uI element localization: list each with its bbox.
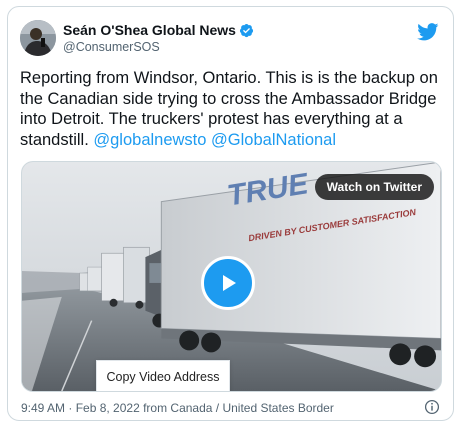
video-player[interactable]: TRUE DRIVEN BY CUSTOMER SATISFACTION Wat…: [21, 161, 442, 392]
mention-link[interactable]: @globalnewsto: [93, 131, 206, 149]
tweet-timestamp[interactable]: 9:49 AM · Feb 8, 2022 from Canada / Unit…: [21, 401, 334, 415]
verified-badge-icon: [239, 23, 254, 37]
twitter-bird-icon[interactable]: [417, 23, 439, 41]
info-icon[interactable]: [424, 399, 440, 415]
mention-link[interactable]: @GlobalNational: [211, 131, 336, 149]
author-name-text: Seán O'Shea Global News: [63, 22, 236, 38]
author-name[interactable]: Seán O'Shea Global News: [63, 22, 254, 38]
tweet-card[interactable]: Seán O'Shea Global News @ConsumerSOS Rep…: [7, 6, 454, 421]
avatar[interactable]: [20, 20, 56, 56]
play-icon: [223, 275, 236, 291]
author-handle[interactable]: @ConsumerSOS: [63, 40, 160, 54]
copy-video-address-menu-item[interactable]: Copy Video Address: [96, 360, 230, 391]
tweet-text: Reporting from Windsor, Ontario. This is…: [20, 68, 440, 150]
watch-on-twitter-button[interactable]: Watch on Twitter: [314, 174, 434, 200]
play-button[interactable]: [201, 256, 255, 310]
